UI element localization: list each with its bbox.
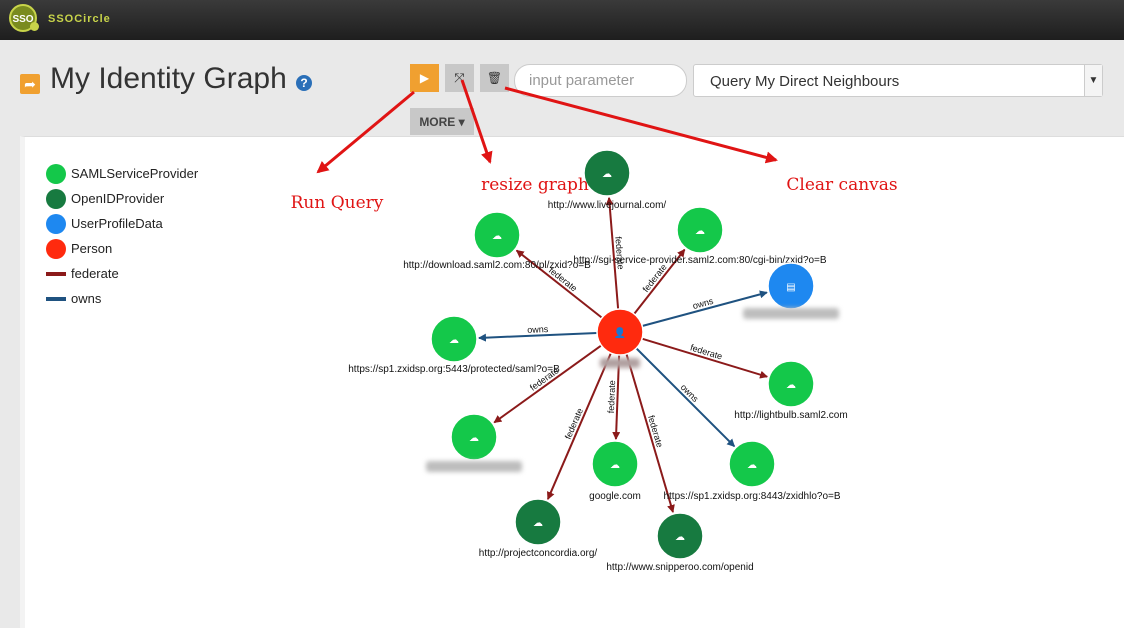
cloud-icon: ☁ [533,518,543,529]
identity-graph: federatefederate federateownsownsfederate… [291,79,898,573]
id-card-icon: ▤ [786,282,795,293]
redacted-label [426,461,522,472]
node-label: google.com [589,491,641,502]
node-label: http://www.snipperoo.com/openid [606,562,753,573]
annotation-arrow [460,79,493,164]
edge-label: federate [606,380,617,413]
edge-label: owns [527,324,549,335]
annotation-label: Run Query [291,193,384,213]
cloud-icon: ☁ [469,433,479,444]
saml-node[interactable]: ☁ http://lightbulb.saml2.com [734,360,848,421]
node-label: http://projectconcordia.org/ [479,548,598,559]
saml-node[interactable]: ☁ http://download.saml2.com:80/pl/zxid?o=… [403,211,591,271]
node-label: http://download.saml2.com:80/pl/zxid?o=B [403,260,591,271]
saml-node[interactable]: ☁ [426,413,522,472]
cloud-icon: ☁ [492,231,502,242]
person-icon: 👤 [614,326,626,339]
cloud-icon: ☁ [747,460,757,471]
node-label: http://lightbulb.saml2.com [734,410,847,421]
annotation-label: Clear canvas [786,175,897,195]
node-label: https://sp1.zxidsp.org:8443/zxidhlo?o=B [663,491,840,502]
federate-edge [641,337,769,379]
edge-label: federate [563,407,585,441]
annotation-arrow [316,90,415,174]
openid-node[interactable]: ☁ http://projectconcordia.org/ [479,498,598,559]
cloud-icon: ☁ [675,532,685,543]
profile-node[interactable]: ▤ [743,262,839,319]
person-node[interactable]: 👤 [596,308,644,368]
annotation-arrow [504,86,778,164]
node-label: http://www.livejournal.com/ [548,200,667,211]
cloud-icon: ☁ [602,169,612,180]
node-label: https://sp1.zxidsp.org:5443/protected/sa… [348,364,560,375]
cloud-icon: ☁ [695,226,705,237]
openid-node[interactable]: ☁ http://www.snipperoo.com/openid [606,512,754,573]
redacted-label [743,308,839,319]
saml-node[interactable]: ☁ https://sp1.zxidsp.org:8443/zxidhlo?o=B [663,440,841,502]
saml-node[interactable]: ☁ google.com [589,440,641,502]
cloud-icon: ☁ [449,335,459,346]
cloud-icon: ☁ [786,380,796,391]
annotation-label: resize graph [481,175,589,195]
redacted-label [600,358,640,368]
cloud-icon: ☁ [610,460,620,471]
